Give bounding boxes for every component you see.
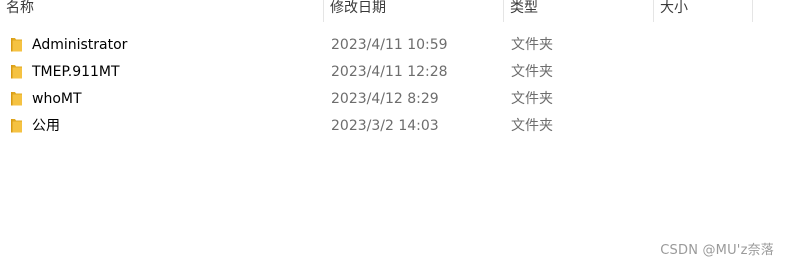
folder-icon [11, 65, 22, 79]
folder-icon [11, 92, 22, 106]
file-type: 文件夹 [511, 64, 553, 80]
file-list: Administrator 2023/4/11 10:59 文件夹 TMEP.9… [0, 33, 788, 141]
column-header-date-modified[interactable]: 修改日期 [324, 0, 503, 22]
file-type: 文件夹 [511, 37, 553, 53]
column-divider[interactable] [752, 0, 753, 22]
file-name: whoMT [32, 91, 82, 107]
file-name: 公用 [32, 118, 60, 134]
file-date-modified: 2023/3/2 14:03 [331, 118, 439, 134]
csdn-watermark: CSDN @MU'z奈落 [660, 243, 774, 258]
file-name: Administrator [32, 37, 128, 53]
file-row[interactable]: 公用 2023/3/2 14:03 文件夹 [0, 114, 788, 141]
folder-icon [11, 119, 22, 133]
folder-icon [11, 38, 22, 52]
column-header-bar: 名称 修改日期 类型 大小 [0, 0, 788, 24]
file-type: 文件夹 [511, 118, 553, 134]
file-type: 文件夹 [511, 91, 553, 107]
file-name: TMEP.911MT [32, 64, 120, 80]
file-date-modified: 2023/4/11 12:28 [331, 64, 448, 80]
file-row[interactable]: TMEP.911MT 2023/4/11 12:28 文件夹 [0, 60, 788, 87]
column-header-size[interactable]: 大小 [654, 0, 752, 22]
column-header-type[interactable]: 类型 [504, 0, 653, 22]
file-row[interactable]: whoMT 2023/4/12 8:29 文件夹 [0, 87, 788, 114]
file-date-modified: 2023/4/12 8:29 [331, 91, 439, 107]
file-row[interactable]: Administrator 2023/4/11 10:59 文件夹 [0, 33, 788, 60]
file-date-modified: 2023/4/11 10:59 [331, 37, 448, 53]
column-header-name[interactable]: 名称 [0, 0, 323, 22]
